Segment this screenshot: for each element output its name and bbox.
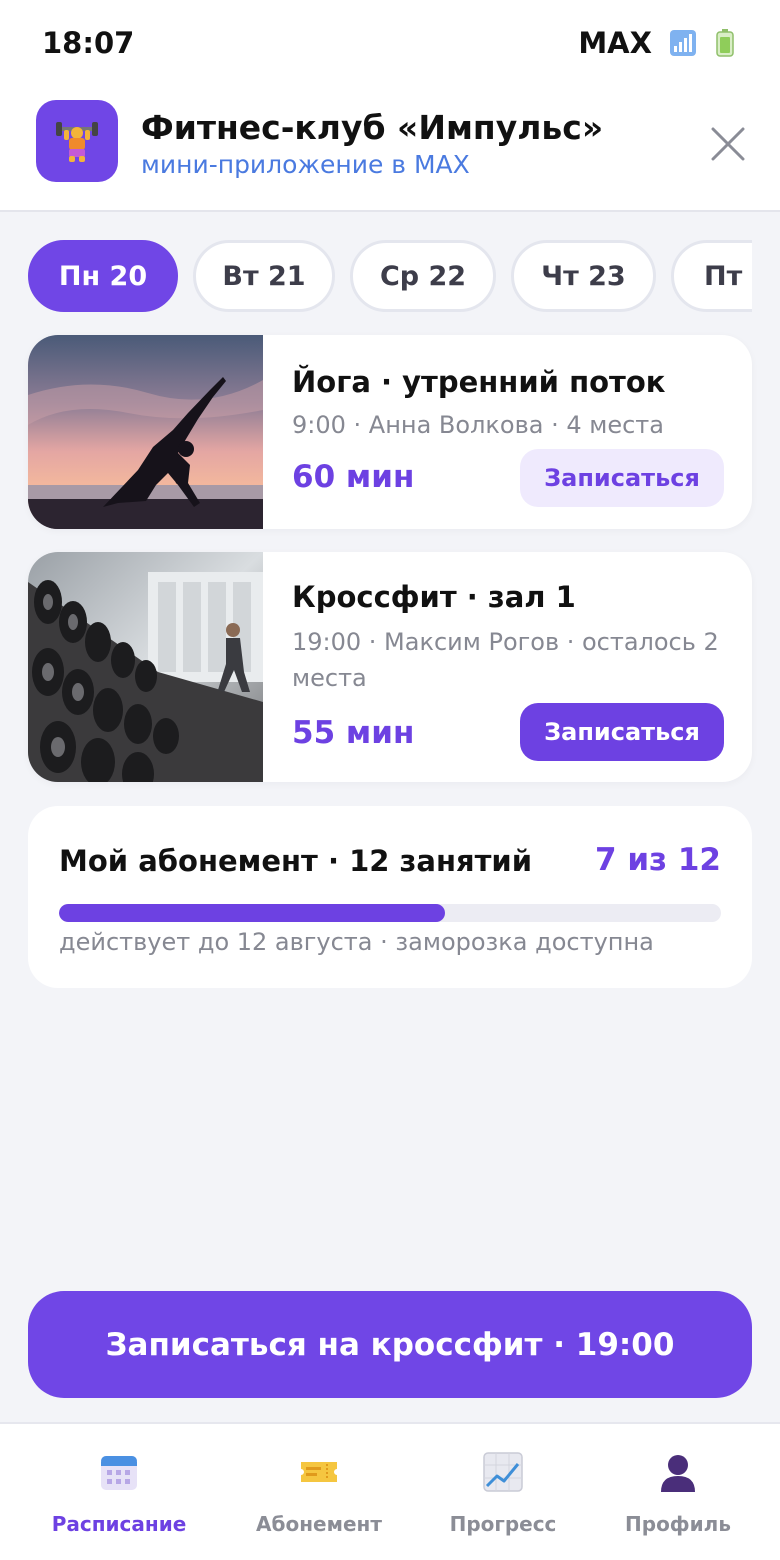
- membership-progress-fill: [59, 904, 445, 922]
- signal-icon: [670, 30, 696, 56]
- day-chip-tue[interactable]: Вт 21: [193, 240, 335, 312]
- calendar-icon: [101, 1456, 137, 1490]
- enroll-crossfit-cta-button[interactable]: Записаться на кроссфит · 19:00: [28, 1291, 752, 1398]
- class-title: Кроссфит · зал 1: [292, 580, 576, 614]
- app-subtitle: мини-приложение в MAX: [141, 150, 470, 179]
- close-icon[interactable]: [710, 126, 746, 162]
- day-chip-wed[interactable]: Ср 22: [350, 240, 496, 312]
- bottom-nav: Расписание Абонемент Прогресс Профиль: [0, 1422, 780, 1560]
- day-chip-thu[interactable]: Чт 23: [511, 240, 656, 312]
- membership-progress-bar: [59, 904, 721, 922]
- status-time: 18:07: [42, 26, 135, 60]
- membership-note: действует до 12 августа · заморозка дост…: [59, 928, 654, 956]
- class-card-crossfit[interactable]: Кроссфит · зал 1 19:00 · Максим Рогов · …: [28, 552, 752, 782]
- membership-title: Мой абонемент · 12 занятий: [59, 844, 533, 878]
- weightlifter-glyph: [56, 122, 98, 162]
- carrier-label: MAX: [578, 26, 652, 60]
- nav-item-profile[interactable]: Профиль: [588, 1424, 768, 1560]
- membership-card[interactable]: Мой абонемент · 12 занятий 7 из 12 дейст…: [28, 806, 752, 988]
- ticket-icon: [301, 1462, 337, 1482]
- nav-label: Прогресс: [449, 1512, 557, 1536]
- enroll-button-crossfit[interactable]: Записаться: [520, 703, 724, 761]
- class-duration: 60 мин: [292, 459, 415, 495]
- enroll-button-yoga[interactable]: Записаться: [520, 449, 724, 507]
- class-card-yoga[interactable]: Йога · утренний поток 9:00 · Анна Волков…: [28, 335, 752, 529]
- nav-item-membership[interactable]: Абонемент: [229, 1424, 409, 1560]
- class-meta: 19:00 · Максим Рогов · осталось 2 места: [292, 628, 719, 692]
- status-bar: 18:07 MAX: [0, 0, 780, 88]
- app-header: Фитнес-клуб «Импульс» мини-приложение в …: [0, 88, 780, 212]
- day-chip-fri[interactable]: Пт 24: [671, 240, 752, 312]
- chart-icon: [483, 1452, 523, 1492]
- day-chip-mon[interactable]: Пн 20: [28, 240, 178, 312]
- app-title: Фитнес-клуб «Импульс»: [141, 108, 604, 147]
- class-title: Йога · утренний поток: [292, 365, 666, 399]
- nav-label: Расписание: [51, 1512, 187, 1536]
- yoga-sunset-photo: [28, 335, 263, 529]
- class-duration: 55 мин: [292, 715, 415, 751]
- status-indicators: MAX: [578, 26, 734, 60]
- membership-count: 7 из 12: [594, 842, 721, 878]
- nav-item-schedule[interactable]: Расписание: [29, 1424, 209, 1560]
- nav-item-progress[interactable]: Прогресс: [413, 1424, 593, 1560]
- nav-label: Профиль: [625, 1512, 731, 1536]
- nav-label: Абонемент: [256, 1512, 382, 1536]
- profile-icon: [661, 1455, 695, 1492]
- battery-icon: [716, 29, 734, 57]
- class-meta: 9:00 · Анна Волкова · 4 места: [292, 411, 664, 439]
- gym-dumbbells-photo: [28, 552, 263, 782]
- weightlifter-icon: [36, 100, 118, 182]
- day-selector: Пн 20 Вт 21 Ср 22 Чт 23 Пт 24: [28, 240, 752, 312]
